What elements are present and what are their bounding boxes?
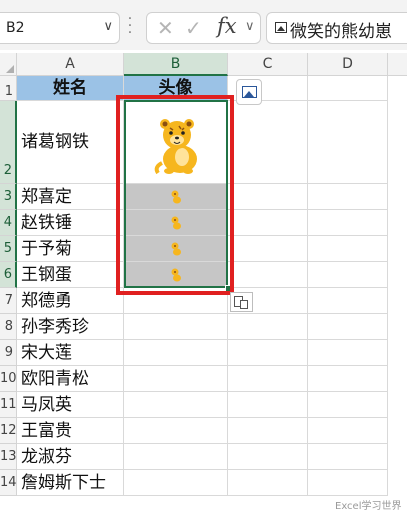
row-header-1[interactable]: 1 <box>0 76 17 101</box>
name-cell[interactable]: 孙李秀珍 <box>17 314 124 340</box>
cub-image <box>154 119 197 175</box>
cell[interactable] <box>228 392 308 418</box>
row-header-14[interactable]: 14 <box>0 470 17 496</box>
avatar-cell[interactable] <box>124 262 228 288</box>
cell[interactable] <box>124 470 228 496</box>
image-icon <box>275 22 287 33</box>
name-cell[interactable]: 赵铁锤 <box>17 210 124 236</box>
name-cell[interactable]: 宋大莲 <box>17 340 124 366</box>
select-all-corner[interactable] <box>0 53 17 76</box>
cell[interactable] <box>308 418 388 444</box>
formula-content: 微笑的熊幼崽 <box>290 22 392 42</box>
formula-controls: ✕ ✓ fx ∨ <box>146 12 261 44</box>
row-header-13[interactable]: 13 <box>0 444 17 470</box>
cell[interactable] <box>308 392 388 418</box>
name-cell[interactable]: 于予菊 <box>17 236 124 262</box>
name-cell[interactable]: 马凤英 <box>17 392 124 418</box>
cell[interactable] <box>308 236 388 262</box>
cell[interactable] <box>228 210 308 236</box>
cell[interactable] <box>228 184 308 210</box>
avatar-cell[interactable] <box>124 184 228 210</box>
paste-options-icon[interactable] <box>230 292 253 312</box>
name-box-value: B2 <box>6 20 25 36</box>
column-header-a[interactable]: A <box>17 53 124 76</box>
cell[interactable] <box>308 366 388 392</box>
cell[interactable] <box>308 340 388 366</box>
formula-input[interactable]: 微笑的熊幼崽 <box>266 12 407 44</box>
cell[interactable] <box>308 288 388 314</box>
avatar-cell[interactable] <box>124 236 228 262</box>
cub-image <box>171 190 181 204</box>
cell[interactable] <box>308 262 388 288</box>
cell[interactable] <box>228 444 308 470</box>
name-cell[interactable]: 郑喜定 <box>17 184 124 210</box>
name-cell[interactable]: 郑德勇 <box>17 288 124 314</box>
cell[interactable] <box>124 366 228 392</box>
watermark: Excel学习世界 <box>335 501 402 512</box>
header-cell-name[interactable]: 姓名 <box>17 76 124 101</box>
cell[interactable] <box>228 314 308 340</box>
cell[interactable] <box>308 184 388 210</box>
header-cell-avatar[interactable]: 头像 <box>124 76 228 101</box>
column-header-c[interactable]: C <box>228 53 308 76</box>
chevron-down-icon[interactable]: ∨ <box>245 19 255 34</box>
row-header-3[interactable]: 3 <box>0 184 17 210</box>
cell[interactable] <box>308 444 388 470</box>
cell[interactable] <box>228 236 308 262</box>
chevron-down-icon[interactable]: ∨ <box>103 19 113 34</box>
fx-icon[interactable]: fx <box>217 14 237 38</box>
name-cell[interactable]: 王钢蛋 <box>17 262 124 288</box>
cub-image <box>171 216 181 230</box>
image-icon[interactable] <box>236 79 262 105</box>
name-cell[interactable]: 欧阳青松 <box>17 366 124 392</box>
row-header-8[interactable]: 8 <box>0 314 17 340</box>
cell[interactable] <box>124 444 228 470</box>
cell[interactable] <box>228 418 308 444</box>
cub-image <box>171 268 181 282</box>
avatar-cell-active[interactable] <box>124 101 228 184</box>
row-header-6[interactable]: 6 <box>0 262 17 288</box>
avatar-cell[interactable] <box>124 210 228 236</box>
name-cell[interactable]: 龙淑芬 <box>17 444 124 470</box>
cell[interactable] <box>308 76 388 101</box>
name-cell[interactable]: 詹姆斯下士 <box>17 470 124 496</box>
column-header-b[interactable]: B <box>124 53 228 76</box>
name-box[interactable]: B2 ∨ <box>0 12 120 44</box>
row-header-2[interactable]: 2 <box>0 101 17 184</box>
cell[interactable] <box>308 101 388 184</box>
cell[interactable] <box>308 210 388 236</box>
enter-icon[interactable]: ✓ <box>185 16 202 40</box>
cell[interactable] <box>124 418 228 444</box>
row-header-12[interactable]: 12 <box>0 418 17 444</box>
cell[interactable] <box>124 340 228 366</box>
name-cell[interactable]: 诸葛钢铁 <box>17 101 124 184</box>
column-header-d[interactable]: D <box>308 53 388 76</box>
cub-image <box>171 242 181 256</box>
more-icon: · · · <box>127 11 133 41</box>
name-cell[interactable]: 王富贵 <box>17 418 124 444</box>
cell[interactable] <box>124 392 228 418</box>
cell[interactable] <box>228 340 308 366</box>
cell[interactable] <box>308 314 388 340</box>
row-header-4[interactable]: 4 <box>0 210 17 236</box>
row-header-7[interactable]: 7 <box>0 288 17 314</box>
column-header-e[interactable] <box>388 53 407 76</box>
formula-bar: B2 ∨ · · · ✕ ✓ fx ∨ 微笑的熊幼崽 <box>0 0 407 50</box>
row-header-10[interactable]: 10 <box>0 366 17 392</box>
row-header-5[interactable]: 5 <box>0 236 17 262</box>
cell[interactable] <box>228 366 308 392</box>
row-header-9[interactable]: 9 <box>0 340 17 366</box>
cell[interactable] <box>228 262 308 288</box>
cell[interactable] <box>228 470 308 496</box>
cancel-icon[interactable]: ✕ <box>157 16 174 40</box>
row-header-11[interactable]: 11 <box>0 392 17 418</box>
cell[interactable] <box>124 288 228 314</box>
cell[interactable] <box>308 470 388 496</box>
cell[interactable] <box>228 101 308 184</box>
cell[interactable] <box>124 314 228 340</box>
